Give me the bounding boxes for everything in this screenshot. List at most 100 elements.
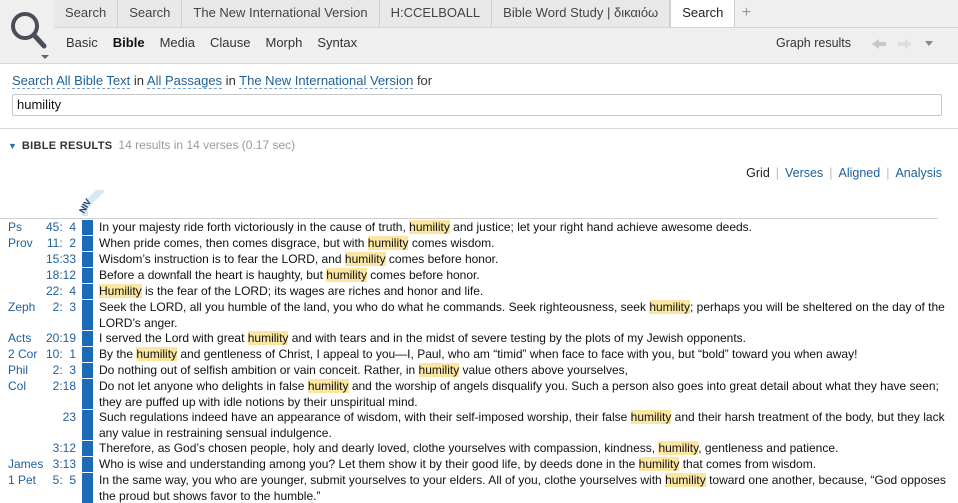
result-verse-text[interactable]: I served the Lord with great humility an… <box>99 330 951 346</box>
result-row[interactable]: Prov 11: 2 When pride comes, then comes di… <box>0 235 958 251</box>
verse-text-segment: Therefore, as God’s chosen people, holy … <box>99 441 659 455</box>
result-book[interactable]: 1 Pet <box>8 472 38 488</box>
nav-media[interactable]: Media <box>160 35 195 50</box>
result-hit-bar[interactable] <box>82 252 93 267</box>
result-row[interactable]: Phil 2: 3 Do nothing out of selfish ambiti… <box>0 362 958 378</box>
search-hit-highlight: humility <box>136 347 178 361</box>
search-input[interactable]: humility <box>12 94 942 116</box>
results-title[interactable]: BIBLE RESULTS <box>22 140 112 152</box>
result-verse-text[interactable]: In the same way, you who are younger, su… <box>99 472 951 503</box>
result-row[interactable]: James 3:13 Who is wise and understanding a… <box>0 456 958 472</box>
result-chapter-verse[interactable]: 20:19 <box>36 330 76 346</box>
result-book[interactable]: James <box>8 456 43 472</box>
result-verse-text[interactable]: Who is wise and understanding among you?… <box>99 456 951 472</box>
result-hit-bar[interactable] <box>82 457 93 472</box>
result-verse-text[interactable]: Such regulations indeed have an appearan… <box>99 409 951 441</box>
result-book[interactable]: Zeph <box>8 299 38 315</box>
passages-selector[interactable]: All Passages <box>146 73 223 89</box>
result-chapter-verse[interactable]: 2:18 <box>36 378 76 394</box>
result-row[interactable]: 15:33 Wisdom’s instruction is to fear the… <box>0 251 958 267</box>
result-hit-bar[interactable] <box>82 347 93 362</box>
result-chapter-verse[interactable]: 2: 3 <box>36 362 76 378</box>
result-verse-text[interactable]: Therefore, as God’s chosen people, holy … <box>99 440 951 456</box>
dropdown-arrow-icon[interactable] <box>925 41 933 46</box>
result-book[interactable]: Prov <box>8 235 38 251</box>
result-hit-bar[interactable] <box>82 410 93 440</box>
result-row[interactable]: 18:12 Before a downfall the heart is haug… <box>0 267 958 283</box>
result-book[interactable]: Acts <box>8 330 38 346</box>
nav-basic[interactable]: Basic <box>66 35 98 50</box>
result-chapter-verse[interactable]: 2: 3 <box>36 299 76 315</box>
result-verse-text[interactable]: Wisdom’s instruction is to fear the LORD… <box>99 251 951 267</box>
forward-arrow-icon[interactable] <box>898 39 912 49</box>
result-chapter-verse[interactable]: 23 <box>36 409 76 425</box>
result-hit-bar[interactable] <box>82 363 93 378</box>
result-chapter-verse[interactable]: 3:13 <box>36 456 76 472</box>
view-aligned[interactable]: Aligned <box>839 166 881 180</box>
back-arrow-icon[interactable] <box>872 39 886 49</box>
verse-text-segment: is the fear of the L <box>141 284 242 298</box>
tab-ccel[interactable]: H:CCELBOALL <box>379 0 493 27</box>
tab-search-1[interactable]: Search <box>54 0 119 27</box>
result-chapter-verse[interactable]: 3:12 <box>36 440 76 456</box>
result-hit-bar[interactable] <box>82 473 93 503</box>
nav-bible[interactable]: Bible <box>113 35 145 50</box>
result-row[interactable]: 2 Cor 10: 1 By the humility and gentleness… <box>0 346 958 362</box>
result-hit-bar[interactable] <box>82 441 93 456</box>
tab-search-2[interactable]: Search <box>118 0 183 27</box>
result-book[interactable]: Col <box>8 378 38 394</box>
tab-bible-word-study[interactable]: Bible Word Study | δικαιόω <box>492 0 671 27</box>
verse-text-segment: and with tears and in the midst of sever… <box>288 331 747 345</box>
add-tab-button[interactable]: + <box>735 0 757 27</box>
result-chapter-verse[interactable]: 15:33 <box>36 251 76 267</box>
result-book[interactable]: Phil <box>8 362 38 378</box>
result-verse-text[interactable]: Do nothing out of selfish ambition or va… <box>99 362 951 378</box>
result-verse-text[interactable]: Seek the LORD, all you humble of the lan… <box>99 299 951 331</box>
nav-clause[interactable]: Clause <box>210 35 250 50</box>
result-row[interactable]: 1 Pet 5: 5 In the same way, you who are yo… <box>0 472 958 503</box>
view-grid[interactable]: Grid <box>746 166 770 180</box>
nav-syntax[interactable]: Syntax <box>317 35 357 50</box>
graph-results-button[interactable]: Graph results <box>776 36 851 50</box>
result-book[interactable]: 2 Cor <box>8 346 38 362</box>
result-hit-bar[interactable] <box>82 268 93 283</box>
view-verses[interactable]: Verses <box>785 166 823 180</box>
result-verse-text[interactable]: When pride comes, then comes disgrace, b… <box>99 235 951 251</box>
result-hit-bar[interactable] <box>82 284 93 299</box>
result-chapter-verse[interactable]: 10: 1 <box>36 346 76 362</box>
result-hit-bar[interactable] <box>82 300 93 330</box>
tab-niv[interactable]: The New International Version <box>182 0 380 27</box>
result-book[interactable]: Ps <box>8 219 38 235</box>
result-chapter-verse[interactable]: 11: 2 <box>36 235 76 251</box>
result-row[interactable]: 22: 4 Humility is the fear of the LORD; i… <box>0 283 958 299</box>
tab-search-active[interactable]: Search <box>670 0 736 28</box>
search-type-selector[interactable]: Search All Bible Text <box>12 73 131 89</box>
view-analysis[interactable]: Analysis <box>895 166 942 180</box>
result-row[interactable]: 3:12 Therefore, as God’s chosen people, h… <box>0 440 958 456</box>
result-chapter-verse[interactable]: 5: 5 <box>36 472 76 488</box>
result-row[interactable]: Zeph 2: 3 Seek the LORD, all you humble of… <box>0 299 958 330</box>
result-chapter-verse[interactable]: 18:12 <box>36 267 76 283</box>
result-row[interactable]: Acts 20:19 I served the Lord with great hu… <box>0 330 958 346</box>
version-selector[interactable]: The New International Version <box>239 73 414 89</box>
result-chapter-verse[interactable]: 22: 4 <box>36 283 76 299</box>
collapse-triangle-icon[interactable]: ▼ <box>8 141 17 151</box>
result-hit-bar[interactable] <box>82 236 93 251</box>
result-chapter-verse[interactable]: 45: 4 <box>36 219 76 235</box>
version-column-header[interactable]: NIV <box>77 190 104 216</box>
nav-morph[interactable]: Morph <box>265 35 302 50</box>
result-hit-bar[interactable] <box>82 379 93 409</box>
result-row[interactable]: Ps 45: 4 In your majesty ride forth victor… <box>0 219 958 235</box>
verse-text-segment: Such regulations indeed have an appearan… <box>99 410 631 424</box>
result-row[interactable]: 23 Such regulations indeed have an appear… <box>0 409 958 440</box>
result-verse-text[interactable]: By the humility and gentleness of Christ… <box>99 346 951 362</box>
result-hit-bar[interactable] <box>82 331 93 346</box>
history-nav <box>870 36 940 52</box>
result-row[interactable]: Col 2:18 Do not let anyone who delights in… <box>0 378 958 409</box>
result-verse-text[interactable]: Do not let anyone who delights in false … <box>99 378 951 410</box>
result-verse-text[interactable]: In your majesty ride forth victoriously … <box>99 219 951 235</box>
result-hit-bar[interactable] <box>82 220 93 235</box>
result-verse-text[interactable]: Humility is the fear of the LORD; its wa… <box>99 283 951 299</box>
result-verse-text[interactable]: Before a downfall the heart is haughty, … <box>99 267 951 283</box>
search-magnifier-icon[interactable] <box>6 6 54 60</box>
